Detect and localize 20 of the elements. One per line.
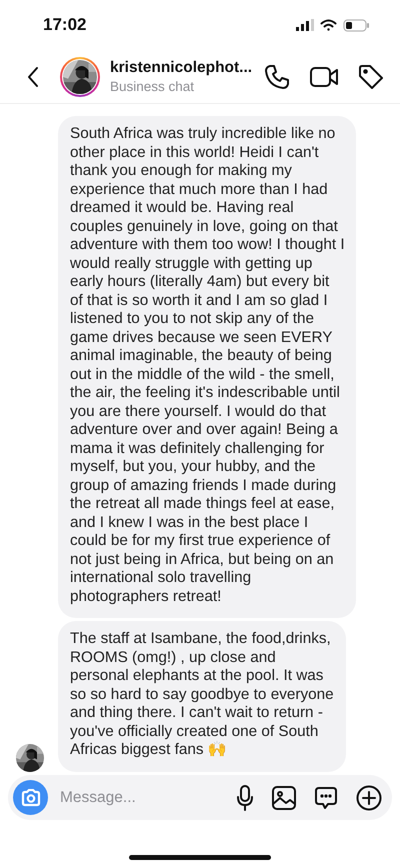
camera-icon[interactable] (20, 788, 40, 806)
message-field[interactable]: Message... (58, 788, 236, 808)
plus-icon[interactable] (356, 784, 382, 810)
story-ring[interactable] (60, 56, 100, 96)
contact-name[interactable]: kristennicolephot... (110, 59, 264, 77)
chat-subtitle: Business chat (110, 79, 196, 94)
signal-icon (296, 19, 314, 31)
message-bubble: South Africa was truly incredible like no other place in this world! Heidi I can't thank you enough for making my experience that much more than I had dreamed it would be. Having real couples genuinely in love, going on that adventure with them too wow! I thought I would really struggle with getting up early hours (literally 4am) but every bit of that is so worth it and I am so glad I listened to you to not skip any of the game drives because we seen EVERY animal imaginable, the beauty of being out in the middle of the wild - the smell, the air, the feeling it's indescribable until you are there yourself. I would do that adventure over and over again! Being a mama it was definitely challenging for myself, but you, your hubby, and the group of amazing friends I made during the retreat all made things feel at ease, and I knew I was in the best place I could be for my first true experience of not just being in Africa, but being on an international solo travelling photographers retreat! (58, 116, 356, 618)
microphone-icon[interactable] (236, 784, 254, 810)
back-icon[interactable] (26, 66, 40, 88)
phone-icon[interactable] (264, 64, 290, 90)
video-camera-icon[interactable] (310, 64, 338, 88)
message-bubble: The staff at Isambane, the food,drinks, ROOMS (omg!) , up close and personal elephants at the pool. It was so so hard to say goodbye to everyone and thing there. I can't wait to return - you've officially created one of South Africas biggest fans 🙌 (58, 621, 346, 772)
image-icon[interactable] (272, 786, 296, 810)
camera-button[interactable] (13, 780, 48, 815)
battery-icon (343, 18, 370, 32)
status-time: 17:02 (43, 15, 86, 35)
tag-icon[interactable] (358, 64, 384, 90)
wifi-icon (320, 19, 337, 31)
chat-bubble-icon[interactable] (314, 786, 338, 810)
